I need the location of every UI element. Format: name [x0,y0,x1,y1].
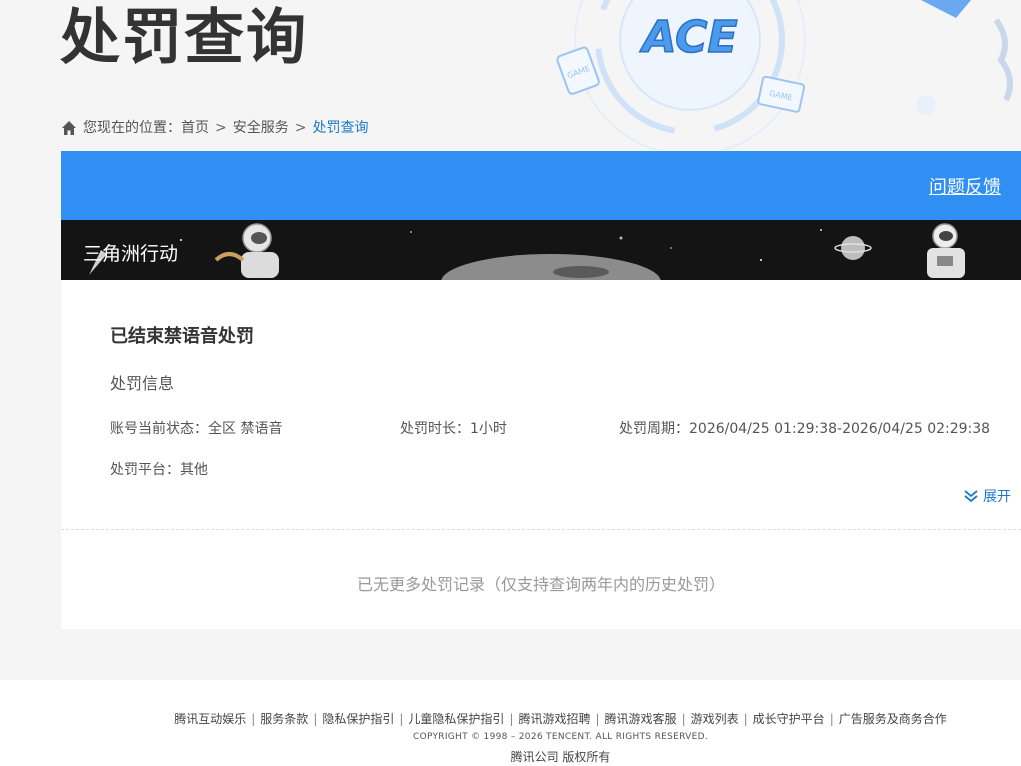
copyright-text: COPYRIGHT © 1998 – 2026 TENCENT. ALL RIG… [412,732,709,742]
breadcrumb-separator: > [215,120,227,136]
account-status-value: 全区 禁语音 [208,421,283,437]
footer-link[interactable]: 隐私保护指引 [322,712,394,726]
expand-label: 展开 [983,489,1011,505]
breadcrumb-separator: > [294,120,307,136]
no-more-records: 已无更多处罚记录（仅支持查询两年内的历史处罚） [356,575,725,594]
footer-divider: | [829,712,834,726]
penalty-duration-field: 处罚时长：1小时 [400,418,507,438]
ace-logo-text: ACE [639,12,737,63]
footer-divider: | [743,712,748,726]
penalty-period-value: 2026/04/25 01:29:38-2026/04/25 02:29:38 [689,421,991,437]
ace-logo-illustration: GAME GAME ACE [556,0,806,150]
rights-text: 腾讯公司 版权所有 [510,750,611,764]
footer: 腾讯互动娱乐 | 服务条款 | 隐私保护指引 | 儿童隐私保护指引 | 腾讯游戏招聘 | 腾讯游戏客… [0,680,1021,766]
footer-link[interactable]: 儿童隐私保护指引 [408,712,504,726]
astronaut-left [214,223,279,278]
footer-divider: | [681,712,686,726]
footer-divider: | [251,712,256,726]
record-title: 已结束禁语音处罚 [110,326,254,347]
penalty-platform-value: 其他 [180,462,208,478]
page-title: 处罚查询 [60,3,308,73]
penalty-platform-label: 处罚平台： [110,462,180,478]
footer-link[interactable]: 游戏列表 [691,712,739,726]
footer-divider: | [399,712,404,726]
corner-decoration [916,0,1013,115]
footer-link[interactable]: 腾讯游戏招聘 [518,712,590,726]
account-status-label: 账号当前状态： [110,421,208,437]
astronaut-right [927,223,965,278]
breadcrumb-security-link[interactable]: 安全服务 [233,118,289,138]
account-status-field: 账号当前状态：全区 禁语音 [110,418,282,438]
feedback-link[interactable]: 问题反馈 [929,173,1001,199]
footer-links: 腾讯互动娱乐 | 服务条款 | 隐私保护指引 | 儿童隐私保护指引 | 腾讯游戏招聘 | 腾讯游戏客… [0,710,1021,727]
game-name: 三角洲行动 [83,243,179,265]
footer-link[interactable]: 腾讯游戏客服 [605,712,677,726]
footer-link[interactable]: 成长守护平台 [753,712,825,726]
breadcrumb-current: 处罚查询 [312,120,369,136]
footer-link[interactable]: 服务条款 [260,712,308,726]
penalty-period-label: 处罚周期： [619,421,689,437]
breadcrumb-prefix: 您现在的位置： [83,120,181,136]
space-banner-art [89,223,965,280]
footer-divider: | [509,712,514,726]
footer-link[interactable]: 腾讯互动娱乐 [174,712,246,726]
expand-button[interactable]: 展开 [963,486,1011,506]
penalty-duration-value: 1小时 [470,421,507,437]
home-icon [62,121,76,135]
footer-link[interactable]: 广告服务及商务合作 [839,712,947,726]
penalty-period-field: 处罚周期：2026/04/25 01:29:38-2026/04/25 02:2… [619,418,990,438]
planet-icon [834,236,872,260]
record-subtitle: 处罚信息 [110,374,175,393]
breadcrumb: 您现在的位置： 首页 > 安全服务 > 处罚查询 [61,118,368,138]
footer-divider: | [595,712,600,726]
game-banner: 三角洲行动 [61,220,1021,280]
penalty-record: 已结束禁语音处罚 处罚信息 账号当前状态：全区 禁语音 处罚时长：1小时 处罚周… [61,280,1021,530]
footer-divider: | [313,712,318,726]
breadcrumb-home-link[interactable]: 首页 [181,118,209,138]
penalty-duration-label: 处罚时长： [400,421,470,437]
penalty-card: 问题反馈 三角洲行动 已结束禁语音处罚 处罚信息 账号当前状态：全区 禁语音 处… [61,151,1021,629]
card-header-bar: 问题反馈 [61,151,1021,220]
penalty-platform-field: 处罚平台：其他 [110,459,208,479]
double-chevron-down-icon [964,490,978,503]
